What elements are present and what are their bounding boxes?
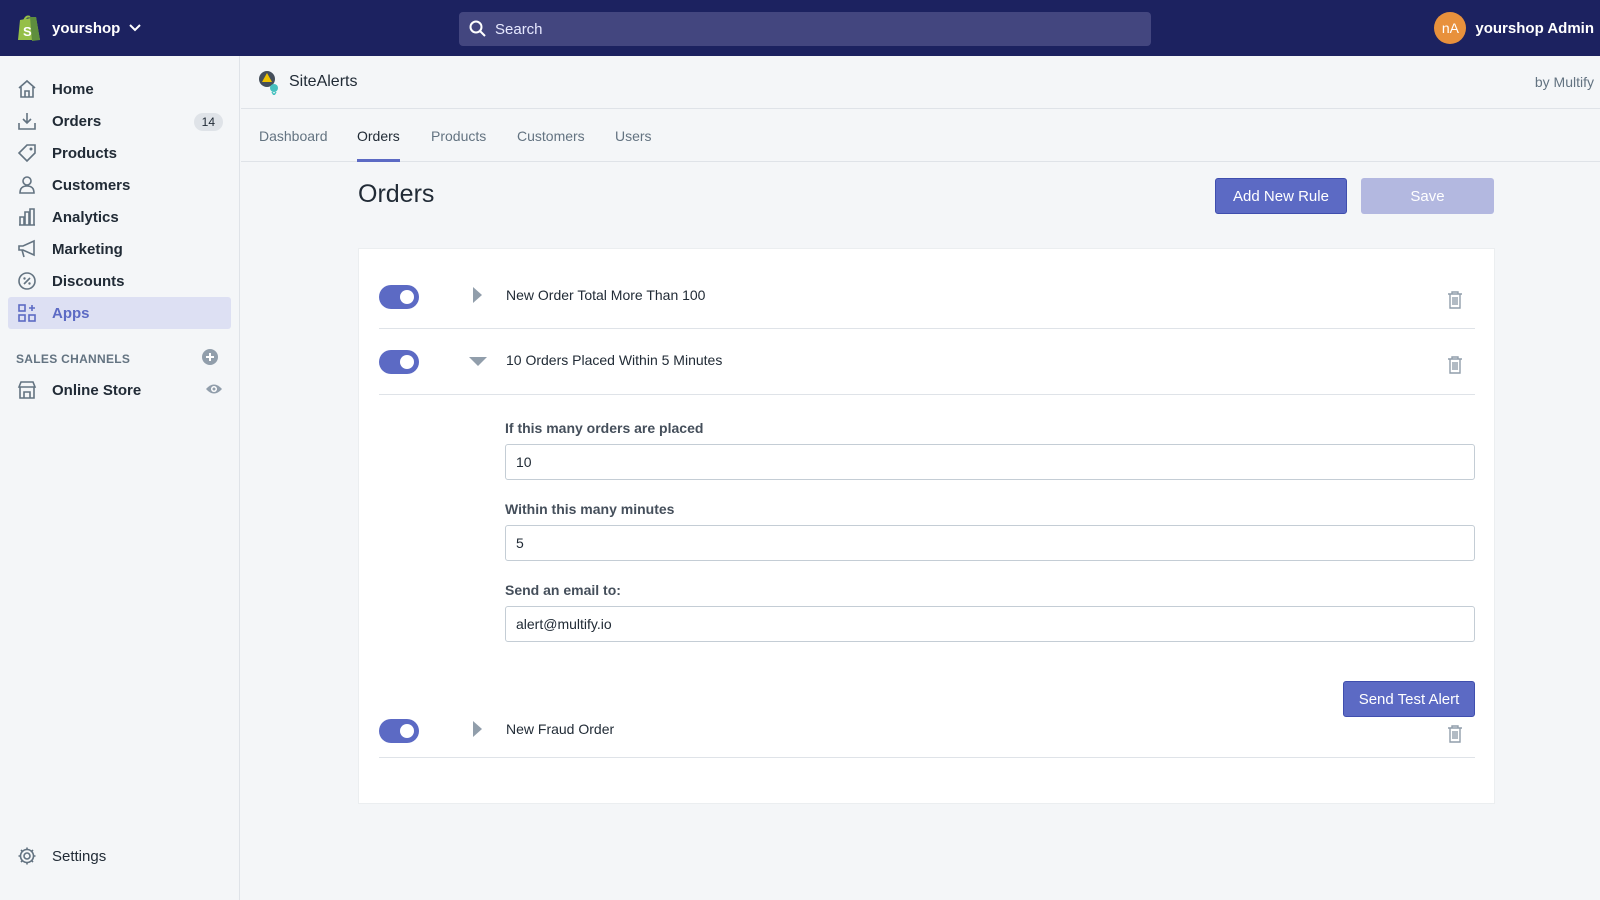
sidebar-item-discounts[interactable]: Discounts [8,265,231,297]
sidebar-item-products[interactable]: Products [8,137,231,169]
top-bar: S yourshop nA yourshop Admin [0,0,1600,56]
sidebar-item-apps[interactable]: Apps [8,297,231,329]
person-icon [16,174,38,196]
sidebar-item-settings[interactable]: Settings [8,840,231,872]
trash-icon[interactable] [1447,291,1463,309]
megaphone-icon [16,238,38,260]
caret-down-icon[interactable] [469,356,487,367]
home-icon [16,78,38,100]
tab-dashboard[interactable]: Dashboard [259,109,328,162]
apps-icon [16,302,38,324]
rule-title: 10 Orders Placed Within 5 Minutes [506,352,723,368]
sitealerts-logo-icon [259,71,278,95]
rule-enabled-toggle[interactable] [379,719,419,743]
caret-right-icon[interactable] [471,287,483,303]
orders-count-badge: 14 [193,113,223,131]
sidebar-item-marketing[interactable]: Marketing [8,233,231,265]
search-icon [469,20,486,37]
sidebar: Home Orders 14 Products Customers Analyt… [0,56,240,900]
chevron-down-icon [129,24,142,32]
sidebar-item-orders[interactable]: Orders 14 [8,105,231,137]
shop-name: yourshop [52,19,121,37]
orders-icon [16,110,38,132]
rule-row: 10 Orders Placed Within 5 Minutes [379,329,1475,395]
sidebar-item-label: Products [52,144,118,162]
tag-icon [16,142,38,164]
search-bar[interactable] [459,12,1151,46]
email-label: Send an email to: [505,582,621,598]
avatar: nA [1434,12,1467,44]
sidebar-item-label: Home [52,80,94,98]
main-content: SiteAlerts by Multify Dashboard Orders P… [241,56,1600,900]
tab-orders[interactable]: Orders [357,109,400,162]
app-name: SiteAlerts [289,73,358,90]
page-title: Orders [358,180,435,208]
app-header: SiteAlerts by Multify [241,56,1600,109]
shop-switcher[interactable]: S yourshop [16,13,142,43]
tab-customers[interactable]: Customers [517,109,585,162]
rule-row: New Order Total More Than 100 [379,263,1475,329]
minutes-label: Within this many minutes [505,501,675,517]
orders-count-input[interactable] [505,444,1475,480]
sidebar-item-label: Marketing [52,240,123,258]
discount-icon [16,270,38,292]
sidebar-item-label: Settings [52,847,107,865]
svg-text:S: S [23,24,32,39]
store-icon [16,379,38,401]
add-circle-icon[interactable] [201,348,219,366]
rule-enabled-toggle[interactable] [379,350,419,374]
rule-enabled-toggle[interactable] [379,285,419,309]
rule-title: New Order Total More Than 100 [506,287,706,303]
sidebar-item-analytics[interactable]: Analytics [8,201,231,233]
sidebar-item-home[interactable]: Home [8,73,231,105]
tab-users[interactable]: Users [615,109,652,162]
rule-title: New Fraud Order [506,721,615,737]
sidebar-item-online-store[interactable]: Online Store [8,374,231,406]
trash-icon[interactable] [1447,725,1463,743]
bar-chart-icon [16,206,38,228]
save-button[interactable]: Save [1361,178,1494,214]
shopify-logo-icon: S [18,15,40,41]
sidebar-item-label: Orders [52,112,102,130]
eye-icon[interactable] [205,382,223,396]
sidebar-item-customers[interactable]: Customers [8,169,231,201]
email-input[interactable] [505,606,1475,642]
sidebar-item-label: Online Store [52,381,142,399]
rule-row: New Fraud Order [379,701,1475,758]
user-name: yourshop Admin [1475,19,1594,37]
sidebar-item-label: Customers [52,176,131,194]
sidebar-item-label: Apps [52,304,90,322]
add-new-rule-button[interactable]: Add New Rule [1215,178,1347,214]
trash-icon[interactable] [1447,356,1463,374]
minutes-input[interactable] [505,525,1475,561]
user-menu[interactable]: nA yourshop Admin [1434,12,1594,44]
rules-card: New Order Total More Than 100 10 Orders … [358,248,1495,804]
sidebar-item-label: Analytics [52,208,119,226]
app-tabs: Dashboard Orders Products Customers User… [241,109,1600,162]
app-vendor: by Multify [1534,74,1594,90]
sidebar-item-label: Discounts [52,272,125,290]
sales-channels-heading: SALES CHANNELS [16,352,131,366]
gear-icon [16,845,38,867]
caret-right-icon[interactable] [471,721,483,737]
search-input[interactable] [495,20,1095,38]
orders-count-label: If this many orders are placed [505,420,704,436]
tab-products[interactable]: Products [431,109,486,162]
